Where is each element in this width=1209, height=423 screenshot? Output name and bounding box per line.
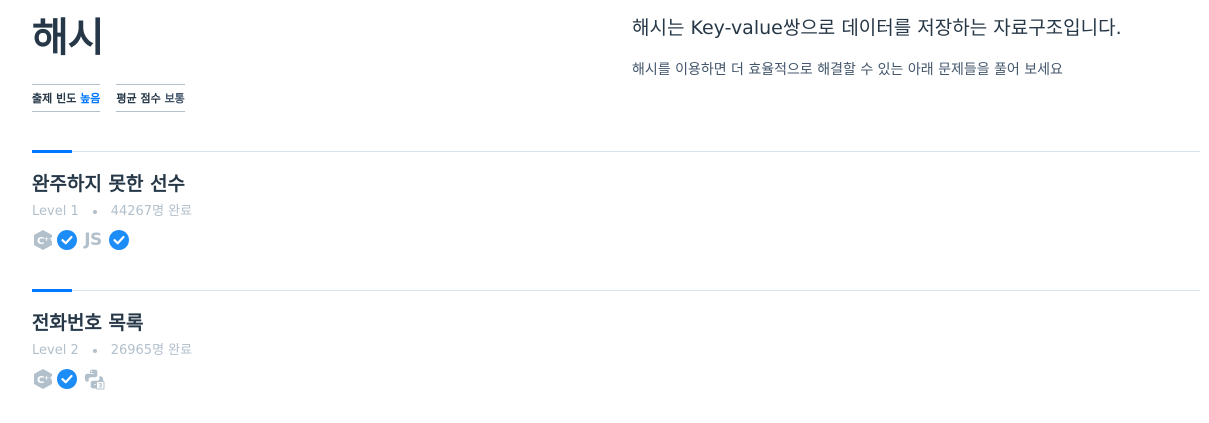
problem-title-link[interactable]: 완주하지 못한 선수 <box>32 171 1200 197</box>
average-score-label: 평균 점수 <box>116 92 161 105</box>
problem-completed-count: 26965명 완료 <box>110 343 193 358</box>
check-circle-icon <box>108 229 130 251</box>
cpp-icon: C ++ <box>32 229 54 251</box>
frequency-label: 출제 빈도 <box>32 92 77 105</box>
frequency-stat: 출제 빈도 높음 <box>32 84 101 112</box>
separator-dot <box>92 349 97 353</box>
category-stats: 출제 빈도 높음 평균 점수 보통 <box>32 84 185 112</box>
problem-meta: Level 2 26965명 완료 <box>32 342 1200 360</box>
category-desc: 해시를 이용하면 더 효율적으로 해결할 수 있는 아래 문제들을 풀어 보세요 <box>632 62 1063 78</box>
check-circle-icon <box>56 229 78 251</box>
page-title: 해시 <box>32 15 105 61</box>
category-header: 해시 출제 빈도 높음 평균 점수 보통 <box>32 14 185 112</box>
svg-text:++: ++ <box>44 375 54 382</box>
python-icon: 3 <box>83 368 105 390</box>
average-score-stat: 평균 점수 보통 <box>116 84 185 112</box>
problem-accent-bar <box>32 150 72 153</box>
problem-meta: Level 1 44267명 완료 <box>32 203 1200 221</box>
problem-accent-bar <box>32 289 72 292</box>
problem-item: 전화번호 목록 Level 2 26965명 완료 C ++ 3 <box>32 289 1200 390</box>
category-headline: 해시는 Key-value쌍으로 데이터를 저장하는 자료구조입니다. <box>632 17 1122 39</box>
cpp-icon: C ++ <box>32 368 54 390</box>
problem-title-link[interactable]: 전화번호 목록 <box>32 310 1200 336</box>
problem-item: 완주하지 못한 선수 Level 1 44267명 완료 C ++ JS <box>32 150 1200 251</box>
frequency-value: 높음 <box>80 92 101 105</box>
check-circle-icon <box>56 368 78 390</box>
separator-dot <box>92 210 97 214</box>
category-description: 해시는 Key-value쌍으로 데이터를 저장하는 자료구조입니다. 해시를 … <box>632 14 1122 80</box>
problem-level: Level 2 <box>32 343 79 358</box>
solved-languages: C ++ JS <box>32 229 1200 251</box>
solved-languages: C ++ 3 <box>32 368 1200 390</box>
svg-text:++: ++ <box>44 236 54 243</box>
problem-level: Level 1 <box>32 204 79 219</box>
average-score-value: 보통 <box>164 92 185 105</box>
svg-text:3: 3 <box>98 383 102 390</box>
problem-completed-count: 44267명 완료 <box>110 204 193 219</box>
javascript-icon: JS <box>84 230 102 250</box>
